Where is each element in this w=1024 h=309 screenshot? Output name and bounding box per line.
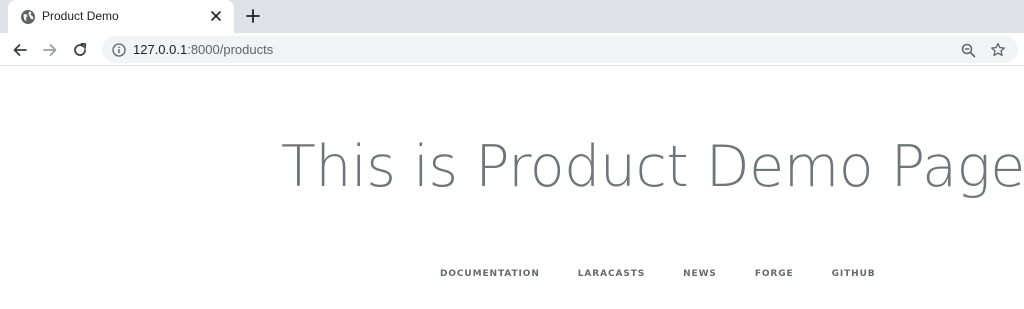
page-title: This is Product Demo Page — [281, 134, 1024, 200]
reload-icon[interactable] — [69, 39, 91, 61]
url-path: :8000/products — [187, 42, 274, 57]
tab-strip: Product Demo — [0, 0, 1024, 33]
info-icon[interactable] — [110, 41, 127, 58]
browser-toolbar: 127.0.0.1:8000/products — [0, 33, 1024, 66]
link-news[interactable]: NEWS — [683, 269, 717, 279]
address-bar[interactable]: 127.0.0.1:8000/products — [102, 36, 1018, 63]
close-tab-icon[interactable] — [208, 8, 224, 24]
link-github[interactable]: GITHUB — [832, 269, 876, 279]
back-arrow-icon[interactable] — [9, 39, 31, 61]
bookmark-star-icon[interactable] — [989, 41, 1007, 59]
url-text[interactable]: 127.0.0.1:8000/products — [133, 42, 273, 57]
new-tab-icon[interactable] — [244, 7, 262, 25]
nav-links: DOCUMENTATION LARACASTS NEWS FORGE GITHU… — [440, 269, 876, 279]
link-laracasts[interactable]: LARACASTS — [578, 269, 645, 279]
globe-icon — [20, 9, 36, 25]
tab-title: Product Demo — [42, 9, 119, 23]
forward-arrow-icon[interactable] — [39, 39, 61, 61]
link-documentation[interactable]: DOCUMENTATION — [440, 269, 540, 279]
page-content: This is Product Demo Page DOCUMENTATION … — [0, 67, 1024, 309]
zoom-icon[interactable] — [959, 41, 977, 59]
link-forge[interactable]: FORGE — [755, 269, 794, 279]
url-host: 127.0.0.1 — [133, 42, 188, 57]
tab-product-demo[interactable]: Product Demo — [8, 0, 234, 33]
